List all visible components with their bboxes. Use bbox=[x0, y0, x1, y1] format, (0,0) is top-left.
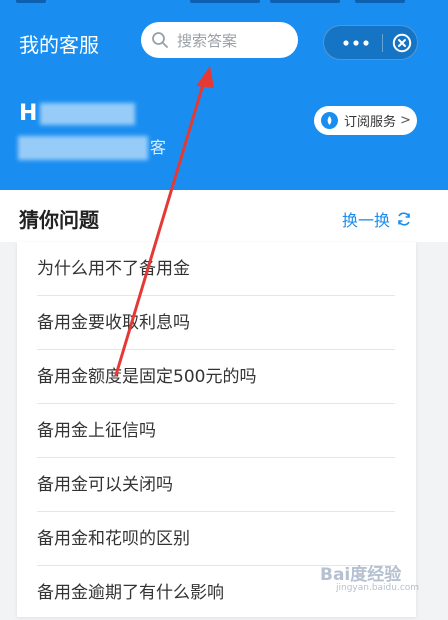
redacted-name-blur bbox=[40, 103, 135, 125]
guess-questions-header: 猜你问题 换一换 bbox=[0, 190, 448, 242]
watermark-url: jingyan.baidu.com bbox=[336, 583, 420, 593]
list-item[interactable]: 备用金要收取利息吗 bbox=[37, 296, 395, 350]
subscribe-icon bbox=[321, 112, 338, 129]
capsule-divider bbox=[382, 34, 383, 52]
subscribe-button[interactable]: 订阅服务 > bbox=[314, 106, 417, 135]
search-placeholder: 搜索答案 bbox=[177, 31, 238, 50]
more-dots-icon bbox=[343, 39, 369, 46]
refresh-icon bbox=[398, 212, 410, 226]
chevron-right-icon: > bbox=[400, 113, 411, 128]
list-item[interactable]: 备用金额度是固定500元的吗 bbox=[37, 350, 395, 404]
page-title: 我的客服 bbox=[19, 33, 99, 57]
list-item[interactable]: 为什么用不了备用金 bbox=[37, 242, 395, 296]
close-button[interactable] bbox=[388, 26, 416, 59]
list-item[interactable]: 备用金上征信吗 bbox=[37, 404, 395, 458]
list-item[interactable]: 备用金可以关闭吗 bbox=[37, 458, 395, 512]
watermark-brand: Bai度经验 bbox=[320, 565, 402, 585]
header-banner: 我的客服 搜索答案 H 客 订阅服务 > bbox=[0, 0, 448, 190]
user-name: H bbox=[19, 101, 38, 126]
watermark: Bai度经验 jingyan.baidu.com bbox=[320, 560, 419, 593]
redacted-desc-blur bbox=[18, 136, 148, 160]
refresh-label: 换一换 bbox=[342, 211, 391, 230]
status-bar bbox=[0, 0, 448, 6]
search-input[interactable]: 搜索答案 bbox=[141, 22, 298, 58]
close-icon bbox=[392, 33, 412, 52]
user-description: 客 bbox=[150, 138, 167, 157]
section-title: 猜你问题 bbox=[19, 208, 99, 232]
more-button[interactable] bbox=[336, 26, 376, 59]
search-icon bbox=[152, 32, 168, 48]
refresh-button[interactable]: 换一换 bbox=[342, 207, 412, 231]
list-item[interactable]: 备用金和花呗的区别 bbox=[37, 512, 395, 566]
subscribe-label: 订阅服务 bbox=[344, 115, 397, 130]
mini-program-capsule bbox=[323, 25, 418, 60]
